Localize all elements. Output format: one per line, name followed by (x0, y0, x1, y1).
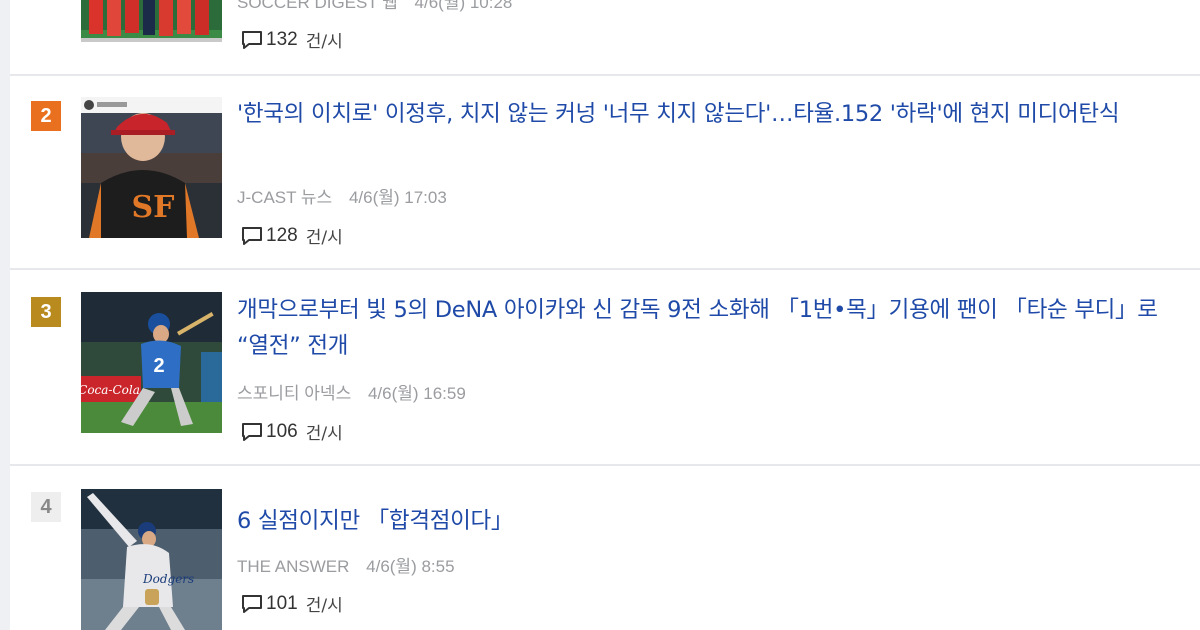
article-source: THE ANSWER (237, 557, 350, 576)
comment-bubble-icon (242, 30, 262, 49)
article-title-link[interactable]: 6 실점이지만 「합격점이다」 (237, 503, 1182, 539)
svg-text:SF: SF (132, 190, 175, 225)
baseball-player-photo: SF (81, 97, 222, 238)
article-source: J-CAST 뉴스 (237, 188, 333, 207)
baseball-pitcher-photo: Dodgers (81, 489, 222, 630)
article-title-link[interactable]: '한국의 이치로' 이정후, 치지 않는 커넝 '너무 치지 않는다'…타율.1… (237, 96, 1182, 132)
comment-count-link[interactable]: 132 건/시 (241, 27, 343, 52)
page: SOCCER DIGEST 웹 4/6(월) 10:28 132 건/시 2 S… (0, 0, 1200, 630)
comment-count-link[interactable]: 128 건/시 (241, 223, 343, 248)
svg-text:2: 2 (153, 355, 164, 377)
comment-bubble-icon (242, 422, 262, 441)
list-item[interactable]: SOCCER DIGEST 웹 4/6(월) 10:28 132 건/시 (10, 0, 1200, 76)
article-date: 4/6(월) 16:59 (367, 384, 466, 403)
article-source: 스포니티 아넥스 (237, 384, 352, 403)
article-thumbnail[interactable]: SF (81, 97, 222, 238)
comment-count: 132 (266, 28, 298, 50)
article-date: 4/6(월) 8:55 (366, 557, 455, 576)
list-item[interactable]: 4 Dodgers 6 실점이지만 「합격점이다」 THE ANSWER 4/6… (10, 466, 1200, 630)
baseball-batter-photo: Coca-Cola 2 (81, 292, 222, 433)
article-date: 4/6(월) 17:03 (348, 188, 447, 207)
comment-bubble-icon (242, 594, 262, 613)
comment-count-link[interactable]: 106 건/시 (241, 419, 343, 444)
ranking-list: SOCCER DIGEST 웹 4/6(월) 10:28 132 건/시 2 S… (10, 0, 1200, 630)
article-meta: THE ANSWER 4/6(월) 8:55 (237, 552, 455, 577)
article-thumbnail[interactable]: Dodgers (81, 489, 222, 630)
comment-unit: 건/시 (305, 228, 343, 248)
article-date: 4/6(월) 10:28 (414, 0, 513, 12)
article-meta: J-CAST 뉴스 4/6(월) 17:03 (237, 183, 447, 208)
rank-badge: 2 (31, 101, 61, 131)
comment-count-link[interactable]: 101 건/시 (241, 591, 343, 616)
comment-count: 106 (266, 420, 298, 442)
article-meta: SOCCER DIGEST 웹 4/6(월) 10:28 (237, 0, 512, 13)
svg-text:Dodgers: Dodgers (142, 572, 194, 586)
soccer-team-photo (81, 0, 222, 42)
list-item[interactable]: 2 SF '한국의 이치로' 이정후, 치지 않는 커넝 '너무 치지 않는다'… (10, 76, 1200, 270)
svg-text:Coca-Cola: Coca-Cola (81, 383, 140, 397)
comment-count: 128 (266, 224, 298, 246)
rank-badge: 3 (31, 297, 61, 327)
article-thumbnail[interactable]: Coca-Cola 2 (81, 292, 222, 433)
comment-unit: 건/시 (305, 424, 343, 444)
article-source: SOCCER DIGEST 웹 (237, 0, 398, 12)
comment-bubble-icon (242, 226, 262, 245)
comment-unit: 건/시 (305, 32, 343, 52)
article-meta: 스포니티 아넥스 4/6(월) 16:59 (237, 379, 466, 404)
list-item[interactable]: 3 Coca-Cola 2 개막으로부터 빛 5의 DeNA 아이카와 신 감독… (10, 270, 1200, 466)
comment-count: 101 (266, 592, 298, 614)
article-title-link[interactable]: 개막으로부터 빛 5의 DeNA 아이카와 신 감독 9전 소화해 「1번•목」… (237, 292, 1182, 364)
article-thumbnail[interactable] (81, 0, 222, 42)
comment-unit: 건/시 (305, 596, 343, 616)
rank-badge: 4 (31, 492, 61, 522)
